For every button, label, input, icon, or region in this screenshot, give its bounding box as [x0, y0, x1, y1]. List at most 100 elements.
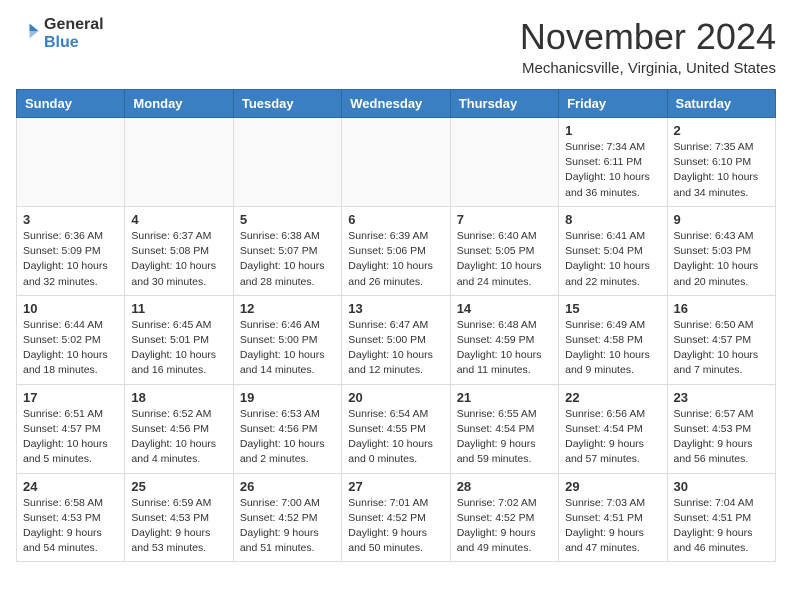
calendar-cell: 12 Sunrise: 6:46 AMSunset: 5:00 PMDayligh… — [233, 295, 341, 384]
calendar-cell: 26 Sunrise: 7:00 AMSunset: 4:52 PMDayligh… — [233, 473, 341, 562]
calendar-cell: 29 Sunrise: 7:03 AMSunset: 4:51 PMDayligh… — [559, 473, 667, 562]
day-info: Sunrise: 6:45 AMSunset: 5:01 PMDaylight:… — [131, 318, 226, 379]
day-number: 23 — [674, 390, 769, 405]
day-number: 9 — [674, 212, 769, 227]
calendar-table: SundayMondayTuesdayWednesdayThursdayFrid… — [16, 89, 776, 562]
day-info: Sunrise: 7:01 AMSunset: 4:52 PMDaylight:… — [348, 496, 443, 557]
calendar-cell: 2 Sunrise: 7:35 AMSunset: 6:10 PMDaylight… — [667, 118, 775, 207]
day-info: Sunrise: 6:44 AMSunset: 5:02 PMDaylight:… — [23, 318, 118, 379]
calendar-cell: 18 Sunrise: 6:52 AMSunset: 4:56 PMDayligh… — [125, 384, 233, 473]
day-number: 8 — [565, 212, 660, 227]
day-info: Sunrise: 6:55 AMSunset: 4:54 PMDaylight:… — [457, 407, 552, 468]
day-info: Sunrise: 6:37 AMSunset: 5:08 PMDaylight:… — [131, 229, 226, 290]
calendar-cell — [233, 118, 341, 207]
location: Mechanicsville, Virginia, United States — [520, 60, 776, 77]
calendar-cell: 4 Sunrise: 6:37 AMSunset: 5:08 PMDaylight… — [125, 206, 233, 295]
week-row-2: 3 Sunrise: 6:36 AMSunset: 5:09 PMDaylight… — [17, 206, 776, 295]
day-number: 19 — [240, 390, 335, 405]
day-info: Sunrise: 7:34 AMSunset: 6:11 PMDaylight:… — [565, 140, 660, 201]
day-info: Sunrise: 7:04 AMSunset: 4:51 PMDaylight:… — [674, 496, 769, 557]
logo: General Blue — [16, 16, 104, 51]
day-number: 10 — [23, 301, 118, 316]
day-info: Sunrise: 6:49 AMSunset: 4:58 PMDaylight:… — [565, 318, 660, 379]
day-info: Sunrise: 6:53 AMSunset: 4:56 PMDaylight:… — [240, 407, 335, 468]
calendar-cell: 22 Sunrise: 6:56 AMSunset: 4:54 PMDayligh… — [559, 384, 667, 473]
weekday-friday: Friday — [559, 90, 667, 118]
calendar-cell: 8Sunrise: 6:41 AMSunset: 5:04 PMDaylight… — [559, 206, 667, 295]
day-info: Sunrise: 6:58 AMSunset: 4:53 PMDaylight:… — [23, 496, 118, 557]
week-row-5: 24Sunrise: 6:58 AMSunset: 4:53 PMDayligh… — [17, 473, 776, 562]
week-row-1: 1 Sunrise: 7:34 AMSunset: 6:11 PMDaylight… — [17, 118, 776, 207]
day-info: Sunrise: 7:35 AMSunset: 6:10 PMDaylight:… — [674, 140, 769, 201]
calendar-cell: 25 Sunrise: 6:59 AMSunset: 4:53 PMDayligh… — [125, 473, 233, 562]
calendar-cell: 27 Sunrise: 7:01 AMSunset: 4:52 PMDayligh… — [342, 473, 450, 562]
day-info: Sunrise: 6:57 AMSunset: 4:53 PMDaylight:… — [674, 407, 769, 468]
day-info: Sunrise: 6:52 AMSunset: 4:56 PMDaylight:… — [131, 407, 226, 468]
day-number: 18 — [131, 390, 226, 405]
day-info: Sunrise: 6:48 AMSunset: 4:59 PMDaylight:… — [457, 318, 552, 379]
calendar-cell: 16Sunrise: 6:50 AMSunset: 4:57 PMDayligh… — [667, 295, 775, 384]
calendar-cell: 1 Sunrise: 7:34 AMSunset: 6:11 PMDaylight… — [559, 118, 667, 207]
calendar-cell — [450, 118, 558, 207]
calendar-cell — [125, 118, 233, 207]
month-title: November 2024 — [520, 16, 776, 58]
day-number: 4 — [131, 212, 226, 227]
day-info: Sunrise: 6:39 AMSunset: 5:06 PMDaylight:… — [348, 229, 443, 290]
day-number: 20 — [348, 390, 443, 405]
calendar-cell — [17, 118, 125, 207]
day-number: 29 — [565, 479, 660, 494]
calendar-cell: 30 Sunrise: 7:04 AMSunset: 4:51 PMDayligh… — [667, 473, 775, 562]
calendar-cell: 17Sunrise: 6:51 AMSunset: 4:57 PMDayligh… — [17, 384, 125, 473]
day-number: 12 — [240, 301, 335, 316]
calendar-cell: 11 Sunrise: 6:45 AMSunset: 5:01 PMDayligh… — [125, 295, 233, 384]
day-number: 28 — [457, 479, 552, 494]
day-number: 5 — [240, 212, 335, 227]
calendar-cell: 20 Sunrise: 6:54 AMSunset: 4:55 PMDayligh… — [342, 384, 450, 473]
day-number: 1 — [565, 123, 660, 138]
day-info: Sunrise: 6:59 AMSunset: 4:53 PMDaylight:… — [131, 496, 226, 557]
day-number: 16 — [674, 301, 769, 316]
calendar-cell: 7Sunrise: 6:40 AMSunset: 5:05 PMDaylight… — [450, 206, 558, 295]
day-number: 3 — [23, 212, 118, 227]
day-number: 14 — [457, 301, 552, 316]
day-info: Sunrise: 6:47 AMSunset: 5:00 PMDaylight:… — [348, 318, 443, 379]
week-row-4: 17Sunrise: 6:51 AMSunset: 4:57 PMDayligh… — [17, 384, 776, 473]
weekday-wednesday: Wednesday — [342, 90, 450, 118]
weekday-saturday: Saturday — [667, 90, 775, 118]
day-number: 11 — [131, 301, 226, 316]
day-number: 6 — [348, 212, 443, 227]
day-number: 2 — [674, 123, 769, 138]
day-number: 21 — [457, 390, 552, 405]
day-number: 22 — [565, 390, 660, 405]
calendar-cell: 6 Sunrise: 6:39 AMSunset: 5:06 PMDaylight… — [342, 206, 450, 295]
logo-general: General — [44, 16, 104, 34]
day-number: 30 — [674, 479, 769, 494]
logo-icon — [16, 19, 40, 43]
day-number: 25 — [131, 479, 226, 494]
day-info: Sunrise: 6:36 AMSunset: 5:09 PMDaylight:… — [23, 229, 118, 290]
calendar-cell: 3 Sunrise: 6:36 AMSunset: 5:09 PMDaylight… — [17, 206, 125, 295]
day-number: 26 — [240, 479, 335, 494]
day-info: Sunrise: 6:54 AMSunset: 4:55 PMDaylight:… — [348, 407, 443, 468]
calendar-cell: 9Sunrise: 6:43 AMSunset: 5:03 PMDaylight… — [667, 206, 775, 295]
calendar-cell: 28Sunrise: 7:02 AMSunset: 4:52 PMDayligh… — [450, 473, 558, 562]
weekday-tuesday: Tuesday — [233, 90, 341, 118]
calendar-cell: 15 Sunrise: 6:49 AMSunset: 4:58 PMDayligh… — [559, 295, 667, 384]
calendar-cell: 13 Sunrise: 6:47 AMSunset: 5:00 PMDayligh… — [342, 295, 450, 384]
day-info: Sunrise: 7:00 AMSunset: 4:52 PMDaylight:… — [240, 496, 335, 557]
day-number: 13 — [348, 301, 443, 316]
calendar-cell: 5 Sunrise: 6:38 AMSunset: 5:07 PMDaylight… — [233, 206, 341, 295]
day-info: Sunrise: 6:51 AMSunset: 4:57 PMDaylight:… — [23, 407, 118, 468]
calendar-cell: 10 Sunrise: 6:44 AMSunset: 5:02 PMDayligh… — [17, 295, 125, 384]
day-number: 15 — [565, 301, 660, 316]
day-info: Sunrise: 6:38 AMSunset: 5:07 PMDaylight:… — [240, 229, 335, 290]
day-info: Sunrise: 6:56 AMSunset: 4:54 PMDaylight:… — [565, 407, 660, 468]
day-info: Sunrise: 7:03 AMSunset: 4:51 PMDaylight:… — [565, 496, 660, 557]
day-number: 27 — [348, 479, 443, 494]
logo-blue: Blue — [44, 34, 104, 52]
title-section: November 2024 Mechanicsville, Virginia, … — [520, 16, 776, 77]
day-info: Sunrise: 6:46 AMSunset: 5:00 PMDaylight:… — [240, 318, 335, 379]
weekday-header-row: SundayMondayTuesdayWednesdayThursdayFrid… — [17, 90, 776, 118]
calendar-cell: 14 Sunrise: 6:48 AMSunset: 4:59 PMDayligh… — [450, 295, 558, 384]
week-row-3: 10 Sunrise: 6:44 AMSunset: 5:02 PMDayligh… — [17, 295, 776, 384]
